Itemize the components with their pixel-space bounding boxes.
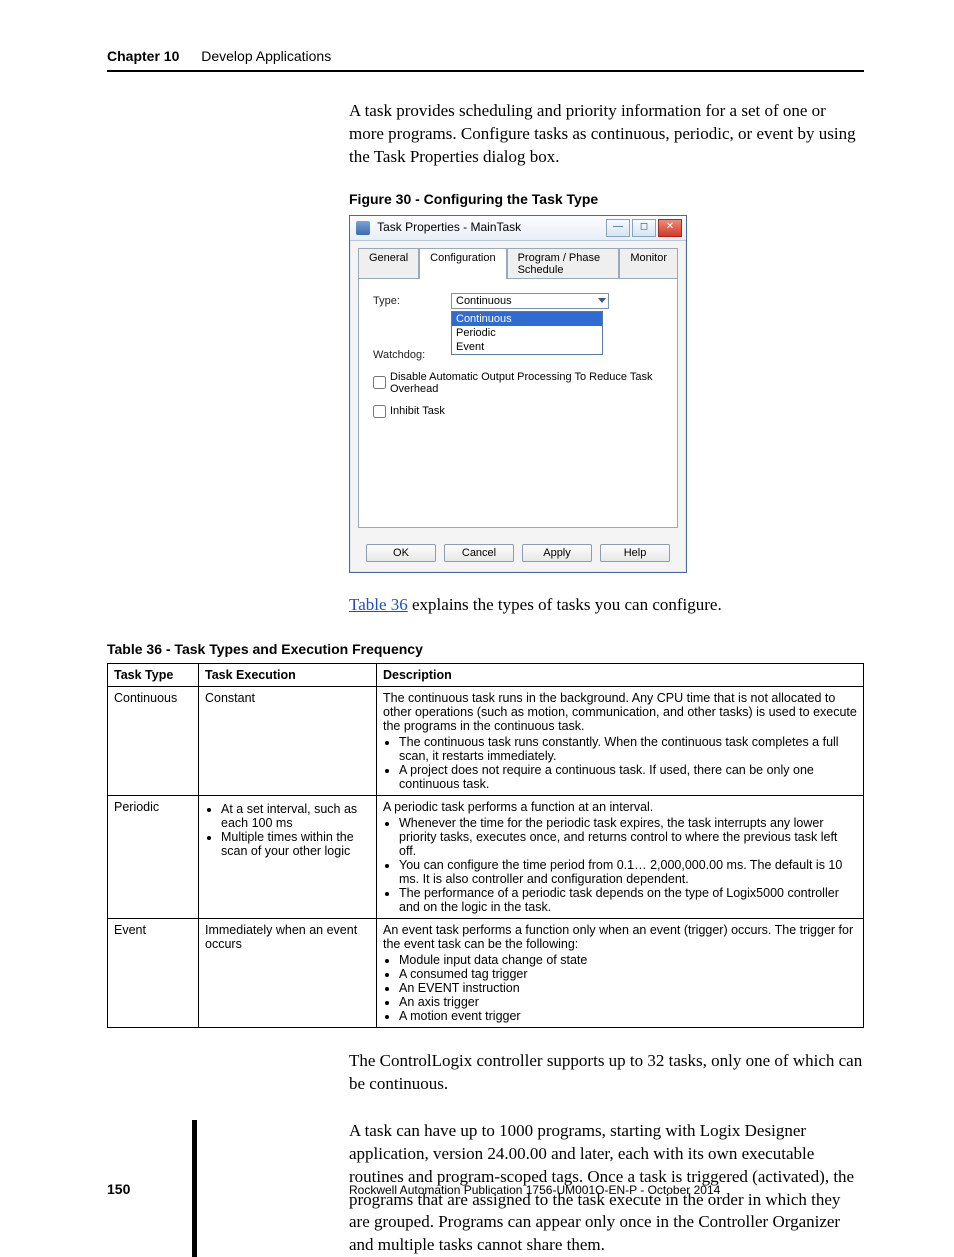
table-36-link[interactable]: Table 36 bbox=[349, 595, 408, 614]
close-button[interactable]: ✕ bbox=[658, 219, 682, 237]
table-caption: Table 36 - Task Types and Execution Freq… bbox=[107, 641, 864, 657]
type-value: Continuous bbox=[456, 295, 512, 307]
tab-configuration[interactable]: Configuration bbox=[419, 248, 506, 279]
minimize-button[interactable]: — bbox=[606, 219, 630, 237]
cell-description: An event task performs a function only w… bbox=[377, 918, 864, 1027]
tab-general[interactable]: General bbox=[358, 248, 419, 279]
cancel-button[interactable]: Cancel bbox=[444, 544, 514, 562]
dialog-icon bbox=[356, 221, 370, 235]
task-types-table: Task Type Task Execution Description Con… bbox=[107, 663, 864, 1028]
cell-task-type: Event bbox=[108, 918, 199, 1027]
chapter-title: Develop Applications bbox=[201, 48, 331, 64]
cell-task-type: Periodic bbox=[108, 795, 199, 918]
ok-button[interactable]: OK bbox=[366, 544, 436, 562]
type-combobox[interactable]: Continuous bbox=[451, 293, 609, 309]
type-option-continuous[interactable]: Continuous bbox=[452, 312, 602, 326]
help-button[interactable]: Help bbox=[600, 544, 670, 562]
th-description: Description bbox=[377, 663, 864, 686]
after-figure-text: explains the types of tasks you can conf… bbox=[408, 595, 722, 614]
after-figure-sentence: Table 36 explains the types of tasks you… bbox=[349, 595, 864, 615]
cell-task-execution: Constant bbox=[199, 686, 377, 795]
type-option-periodic[interactable]: Periodic bbox=[452, 326, 602, 340]
table-row: EventImmediately when an event occursAn … bbox=[108, 918, 864, 1027]
dialog-tabstrip: General Configuration Program / Phase Sc… bbox=[350, 241, 686, 278]
inhibit-task-checkbox[interactable] bbox=[373, 405, 386, 418]
cell-description: A periodic task performs a function at a… bbox=[377, 795, 864, 918]
type-dropdown[interactable]: Continuous Periodic Event bbox=[451, 311, 603, 355]
chapter-label: Chapter 10 bbox=[107, 48, 179, 64]
inhibit-task-label: Inhibit Task bbox=[390, 405, 445, 417]
page-footer: 150 Rockwell Automation Publication 1756… bbox=[0, 1181, 954, 1197]
intro-paragraph: A task provides scheduling and priority … bbox=[349, 100, 864, 169]
task-properties-dialog: Task Properties - MainTask — ◻ ✕ General… bbox=[349, 215, 687, 573]
page-number: 150 bbox=[107, 1181, 349, 1197]
table-row: PeriodicAt a set interval, such as each … bbox=[108, 795, 864, 918]
tab-monitor[interactable]: Monitor bbox=[619, 248, 678, 279]
watchdog-label: Watchdog: bbox=[373, 349, 451, 361]
cell-description: The continuous task runs in the backgrou… bbox=[377, 686, 864, 795]
running-header: Chapter 10 Develop Applications bbox=[107, 48, 864, 72]
cell-task-execution: Immediately when an event occurs bbox=[199, 918, 377, 1027]
type-label: Type: bbox=[373, 295, 451, 307]
disable-output-checkbox[interactable] bbox=[373, 376, 386, 389]
maximize-button[interactable]: ◻ bbox=[632, 219, 656, 237]
th-task-execution: Task Execution bbox=[199, 663, 377, 686]
apply-button[interactable]: Apply bbox=[522, 544, 592, 562]
cell-task-execution: At a set interval, such as each 100 msMu… bbox=[199, 795, 377, 918]
figure-caption: Figure 30 - Configuring the Task Type bbox=[349, 191, 864, 207]
publication-id: Rockwell Automation Publication 1756-UM0… bbox=[349, 1183, 720, 1197]
dialog-titlebar: Task Properties - MainTask — ◻ ✕ bbox=[350, 216, 686, 241]
type-option-event[interactable]: Event bbox=[452, 340, 602, 354]
chevron-down-icon bbox=[598, 298, 606, 303]
table-row: ContinuousConstantThe continuous task ru… bbox=[108, 686, 864, 795]
cell-task-type: Continuous bbox=[108, 686, 199, 795]
dialog-tab-body: Type: Continuous Continuous Periodic Eve… bbox=[358, 278, 678, 528]
disable-output-label: Disable Automatic Output Processing To R… bbox=[390, 371, 663, 395]
paragraph-32-tasks: The ControlLogix controller supports up … bbox=[349, 1050, 864, 1096]
th-task-type: Task Type bbox=[108, 663, 199, 686]
tab-program-phase-schedule[interactable]: Program / Phase Schedule bbox=[507, 248, 620, 279]
dialog-title: Task Properties - MainTask bbox=[377, 220, 521, 234]
